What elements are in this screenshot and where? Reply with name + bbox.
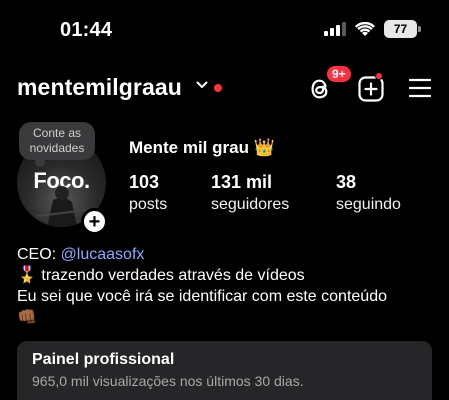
create-notification-dot bbox=[375, 72, 383, 80]
profile-username[interactable]: mentemilgraau bbox=[17, 74, 182, 101]
battery-indicator: 77 bbox=[384, 20, 421, 38]
bio-line-4: 👊🏾 bbox=[17, 309, 37, 326]
stat-following[interactable]: 38 seguindo bbox=[336, 172, 401, 214]
profile-display-name: Mente mil grau 👑 bbox=[129, 138, 275, 157]
panel-subtitle: 965,0 mil visualizações nos últimos 30 d… bbox=[32, 373, 304, 389]
professional-dashboard-panel[interactable]: Painel profissional 965,0 mil visualizaç… bbox=[17, 341, 432, 400]
panel-title: Painel profissional bbox=[32, 351, 175, 368]
bio-mention-link[interactable]: @lucaasofx bbox=[61, 246, 145, 263]
status-time: 01:44 bbox=[60, 19, 113, 41]
add-story-button[interactable]: + bbox=[81, 208, 108, 235]
chevron-down-icon[interactable] bbox=[196, 80, 208, 90]
bio-line-3: Eu sei que você irá se identificar com e… bbox=[17, 288, 387, 305]
stat-posts[interactable]: 103 posts bbox=[129, 172, 167, 214]
battery-level: 77 bbox=[393, 22, 408, 36]
profile-bio: CEO: @lucaasofx 🎖️ trazendo verdades atr… bbox=[17, 244, 387, 328]
create-plus-icon[interactable] bbox=[358, 76, 384, 102]
stat-label: seguindo bbox=[336, 196, 401, 213]
stat-value: 38 bbox=[336, 172, 357, 192]
stat-label: seguidores bbox=[211, 196, 290, 213]
bio-line-2: 🎖️ trazendo verdades através de vídeos bbox=[17, 267, 305, 284]
stat-followers[interactable]: 131 mil seguidores bbox=[211, 172, 289, 214]
bio-ceo-prefix: CEO: bbox=[17, 246, 61, 263]
stat-value: 131 mil bbox=[211, 172, 273, 192]
wifi-icon bbox=[355, 21, 375, 36]
status-indicators: 77 bbox=[324, 20, 421, 38]
note-bubble[interactable]: Conte as novidades bbox=[19, 122, 95, 167]
menu-icon[interactable] bbox=[409, 78, 431, 98]
account-notification-dot bbox=[214, 84, 222, 92]
stat-value: 103 bbox=[129, 172, 160, 192]
cellular-signal-icon bbox=[324, 22, 346, 36]
notifications-badge[interactable]: 9+ bbox=[325, 64, 353, 84]
stat-label: posts bbox=[129, 196, 168, 213]
bio-ceo-line: CEO: @lucaasofx bbox=[17, 244, 387, 265]
